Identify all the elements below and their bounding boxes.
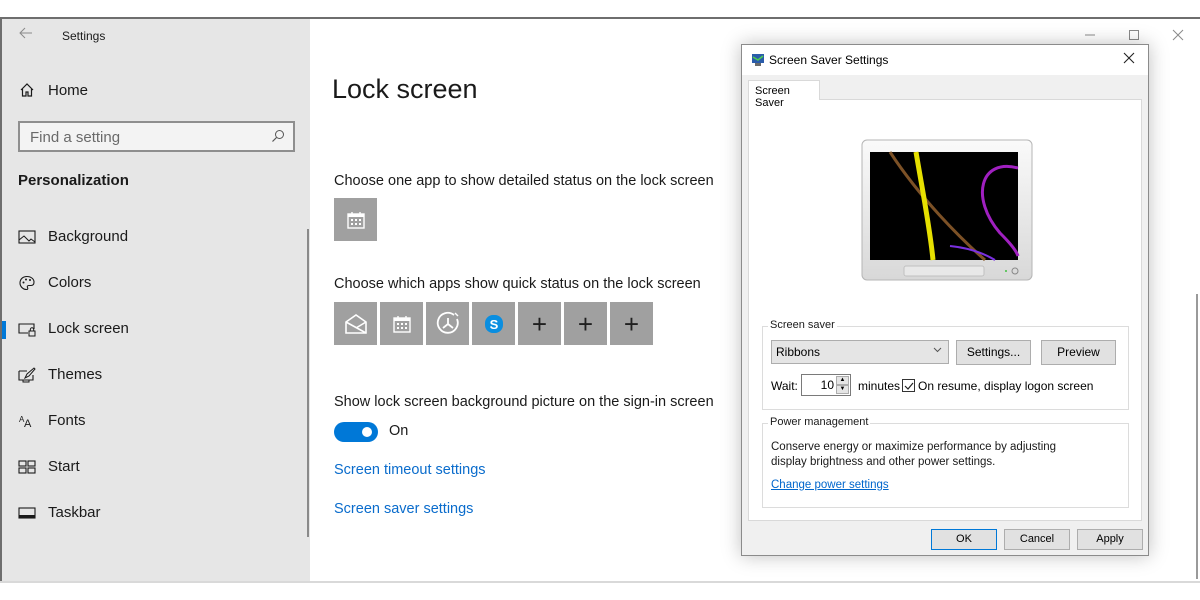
close-icon [1123, 52, 1135, 64]
power-management-group: Power management Conserve energy or maxi… [762, 416, 1129, 508]
sidebar-item-label: Colors [48, 274, 92, 291]
sidebar-item-lock-screen[interactable]: Lock screen [2, 311, 302, 347]
screen-timeout-settings-link[interactable]: Screen timeout settings [334, 462, 486, 478]
screen-saver-preview-monitor [861, 139, 1033, 281]
quick-status-app-mail[interactable] [334, 302, 377, 345]
sidebar-item-label: Background [48, 228, 129, 245]
resume-logon-label: On resume, display logon screen [918, 379, 1094, 393]
screen-saver-select[interactable]: Ribbons [771, 340, 949, 364]
skype-icon: S [484, 314, 503, 333]
wait-minutes-input[interactable] [804, 377, 834, 393]
wait-minutes-stepper[interactable]: ▲ ▼ [801, 374, 851, 396]
plus-icon: + [623, 308, 640, 339]
power-management-description: Conserve energy or maximize performance … [771, 441, 1057, 468]
screen-saver-settings-button[interactable]: Settings... [956, 340, 1031, 365]
palette-icon [19, 275, 35, 291]
quick-status-add-button[interactable]: + [564, 302, 607, 345]
change-power-settings-link[interactable]: Change power settings [771, 479, 889, 491]
close-window-button[interactable] [1166, 27, 1190, 47]
title-bar: Settings [2, 19, 310, 53]
screen-saver-group-legend: Screen saver [768, 319, 837, 331]
ok-button[interactable]: OK [931, 529, 997, 550]
home-icon [20, 83, 34, 97]
signin-background-label: Show lock screen background picture on t… [334, 394, 714, 410]
page-title: Lock screen [332, 74, 478, 104]
maximize-icon [1129, 30, 1139, 40]
sidebar-item-label: Fonts [48, 412, 86, 429]
calendar-icon [392, 315, 411, 333]
sidebar: Settings Home Personalization Background… [2, 19, 310, 583]
close-icon [1172, 29, 1184, 41]
section-header: Personalization [18, 172, 129, 189]
toggle-knob [362, 427, 372, 437]
sidebar-item-label: Themes [48, 366, 103, 383]
taskbar-icon [18, 507, 36, 519]
lock-screen-icon [18, 323, 36, 337]
dialog-title-bar: Screen Saver Settings [742, 45, 1148, 75]
window-bottom-edge [0, 581, 1200, 583]
preview-button[interactable]: Preview [1041, 340, 1116, 365]
screen-saver-settings-link[interactable]: Screen saver settings [334, 501, 473, 517]
screen-saver-app-icon [752, 54, 764, 66]
cancel-button[interactable]: Cancel [1004, 529, 1070, 550]
sidebar-item-label: Taskbar [48, 504, 101, 521]
sidebar-item-label: Start [48, 458, 80, 475]
screen-saver-dialog: Screen Saver Settings Screen Saver Scree… [741, 44, 1149, 556]
wait-label: Wait: [771, 379, 798, 393]
quick-status-add-button[interactable]: + [610, 302, 653, 345]
calendar-icon [346, 211, 365, 229]
screen-saver-panel: Screen saver Ribbons Settings... Preview… [748, 99, 1142, 521]
chevron-down-icon [933, 347, 942, 353]
fonts-icon: AA [19, 415, 32, 429]
quick-status-add-button[interactable]: + [518, 302, 561, 345]
start-icon [18, 460, 36, 474]
detailed-status-app-button[interactable] [334, 198, 377, 241]
checkmark-icon [904, 382, 914, 390]
sidebar-item-taskbar[interactable]: Taskbar [2, 495, 302, 531]
detailed-status-label: Choose one app to show detailed status o… [334, 173, 714, 189]
alarms-icon [436, 311, 459, 334]
toggle-state-label: On [389, 423, 409, 439]
sidebar-item-background[interactable]: Background [2, 219, 302, 255]
decrement-button[interactable]: ▼ [836, 385, 849, 394]
quick-status-app-calendar[interactable] [380, 302, 423, 345]
back-button[interactable] [16, 25, 36, 45]
sidebar-item-label: Lock screen [48, 320, 129, 337]
selected-screen-saver: Ribbons [776, 345, 821, 359]
app-title: Settings [62, 29, 106, 43]
apply-button[interactable]: Apply [1077, 529, 1143, 550]
quick-status-app-alarms[interactable] [426, 302, 469, 345]
search-icon[interactable] [271, 129, 285, 143]
signin-background-toggle[interactable] [334, 422, 378, 442]
search-input[interactable] [30, 127, 260, 147]
minimize-icon [1085, 34, 1095, 36]
resume-logon-checkbox[interactable] [902, 379, 915, 392]
plus-icon: + [531, 308, 548, 339]
tab-screen-saver[interactable]: Screen Saver [748, 80, 820, 109]
sidebar-scrollbar[interactable] [307, 229, 309, 537]
home-label: Home [48, 82, 89, 99]
minutes-label: minutes [858, 379, 901, 393]
plus-icon: + [577, 308, 594, 339]
search-box[interactable] [18, 121, 295, 152]
dialog-title: Screen Saver Settings [769, 53, 889, 67]
sidebar-item-themes[interactable]: Themes [2, 357, 302, 393]
sidebar-item-home[interactable]: Home [2, 79, 310, 103]
themes-icon [18, 367, 36, 383]
mail-icon [344, 313, 367, 334]
dialog-close-button[interactable] [1116, 48, 1142, 72]
power-management-legend: Power management [768, 416, 871, 428]
main-scrollbar[interactable] [1196, 294, 1198, 579]
sidebar-item-colors[interactable]: Colors [2, 265, 302, 301]
picture-icon [18, 230, 36, 244]
increment-button[interactable]: ▲ [836, 376, 849, 385]
sidebar-item-fonts[interactable]: AA Fonts [2, 403, 302, 439]
svg-text:S: S [489, 317, 498, 332]
svg-text:A: A [24, 418, 32, 429]
screen-saver-group: Screen saver Ribbons Settings... Preview… [762, 319, 1129, 410]
back-arrow-icon [19, 27, 32, 39]
sidebar-item-start[interactable]: Start [2, 449, 302, 485]
quick-status-app-skype[interactable]: S [472, 302, 515, 345]
quick-status-label: Choose which apps show quick status on t… [334, 276, 701, 292]
